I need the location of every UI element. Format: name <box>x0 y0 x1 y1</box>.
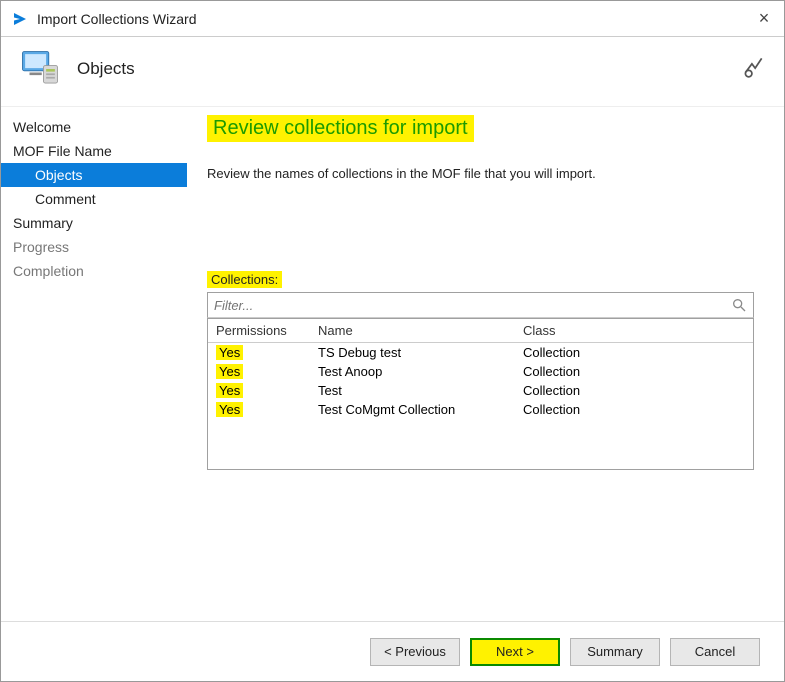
sidebar-item-completion: Completion <box>1 259 187 283</box>
sidebar-item-progress: Progress <box>1 235 187 259</box>
table-row[interactable]: Yes Test Anoop Collection <box>208 362 753 381</box>
table-row[interactable]: Yes Test CoMgmt Collection Collection <box>208 400 753 419</box>
cancel-button[interactable]: Cancel <box>670 638 760 666</box>
instructions-text: Review the names of collections in the M… <box>207 166 754 181</box>
cell-name: Test Anoop <box>318 364 523 379</box>
sidebar-item-mof-file-name[interactable]: MOF File Name <box>1 139 187 163</box>
col-header-permissions[interactable]: Permissions <box>208 323 318 338</box>
cell-permissions: Yes <box>216 402 243 417</box>
close-icon[interactable]: × <box>754 8 774 29</box>
dialog-window: Import Collections Wizard × Objects <box>0 0 785 682</box>
sidebar: Welcome MOF File Name Objects Comment Su… <box>1 107 187 621</box>
main-content: Review collections for import Review the… <box>187 107 784 621</box>
sidebar-item-objects[interactable]: Objects <box>1 163 187 187</box>
page-glyph-icon <box>740 53 766 84</box>
sidebar-item-welcome[interactable]: Welcome <box>1 115 187 139</box>
cell-permissions: Yes <box>216 383 243 398</box>
cell-name: Test CoMgmt Collection <box>318 402 523 417</box>
cell-class: Collection <box>523 364 753 379</box>
header: Objects <box>1 37 784 107</box>
filter-input-wrap[interactable] <box>207 292 754 318</box>
col-header-name[interactable]: Name <box>318 323 523 338</box>
app-arrow-icon <box>11 10 29 28</box>
footer: < Previous Next > Summary Cancel <box>1 621 784 681</box>
cell-name: TS Debug test <box>318 345 523 360</box>
sidebar-item-summary[interactable]: Summary <box>1 211 187 235</box>
next-button[interactable]: Next > <box>470 638 560 666</box>
cell-class: Collection <box>523 402 753 417</box>
cell-permissions: Yes <box>216 364 243 379</box>
titlebar: Import Collections Wizard × <box>1 1 784 37</box>
cell-name: Test <box>318 383 523 398</box>
page-heading: Review collections for import <box>207 115 474 142</box>
previous-button[interactable]: < Previous <box>370 638 460 666</box>
collections-table: Permissions Name Class Yes TS Debug test… <box>207 318 754 470</box>
search-icon[interactable] <box>731 297 747 313</box>
table-header-row: Permissions Name Class <box>208 319 753 343</box>
table-row[interactable]: Yes TS Debug test Collection <box>208 343 753 362</box>
page-title: Objects <box>77 59 135 79</box>
filter-input[interactable] <box>214 298 731 313</box>
computer-icon <box>19 48 61 90</box>
cell-class: Collection <box>523 383 753 398</box>
cell-class: Collection <box>523 345 753 360</box>
cell-permissions: Yes <box>216 345 243 360</box>
collections-label: Collections: <box>207 271 282 288</box>
window-title: Import Collections Wizard <box>37 11 754 27</box>
col-header-class[interactable]: Class <box>523 323 753 338</box>
body: Welcome MOF File Name Objects Comment Su… <box>1 107 784 621</box>
summary-button[interactable]: Summary <box>570 638 660 666</box>
sidebar-item-comment[interactable]: Comment <box>1 187 187 211</box>
table-row[interactable]: Yes Test Collection <box>208 381 753 400</box>
